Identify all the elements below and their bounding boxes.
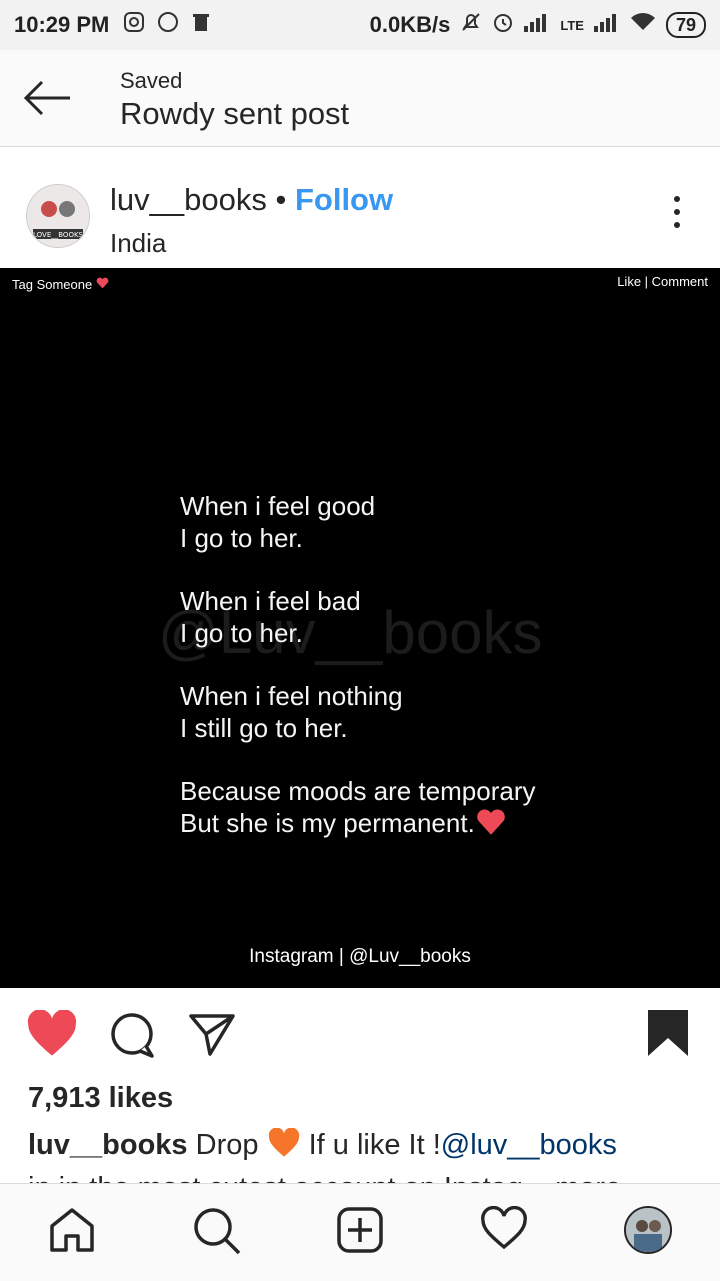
caption-username[interactable]: luv__books: [28, 1129, 188, 1161]
caption: luv__books Drop If u like It !@luv__book…: [28, 1127, 617, 1162]
bottom-navigation: [0, 1183, 720, 1281]
quote-line: But she is my permanent.: [180, 807, 536, 839]
post-author-avatar[interactable]: LOVE__BOOKS: [26, 184, 90, 248]
profile-avatar[interactable]: [624, 1206, 672, 1254]
lte-label: LTE: [560, 17, 584, 33]
quote-stanza: When i feel good I go to her.: [180, 490, 536, 554]
comment-icon[interactable]: [108, 1012, 156, 1065]
post-header: LOVE__BOOKS luv__books • Follow India: [0, 148, 720, 268]
caption-text: If u like It !: [300, 1129, 441, 1161]
post-username-line: luv__books • Follow: [110, 182, 393, 218]
home-icon[interactable]: [48, 1206, 96, 1259]
quote-stanza: Because moods are temporary But she is m…: [180, 775, 536, 839]
alarm-off-icon: [460, 11, 482, 39]
bookmark-filled-icon[interactable]: [646, 1008, 690, 1063]
more-options-icon[interactable]: [674, 196, 680, 235]
signal-icon-2: [593, 12, 620, 38]
trash-notification-icon: [191, 11, 211, 39]
status-bar: 10:29 PM 0.0KB/s LTE 79: [0, 0, 720, 50]
alarm-clock-icon: [492, 11, 514, 39]
header-title: Rowdy sent post: [120, 96, 350, 131]
quote-line: Because moods are temporary: [180, 776, 536, 806]
post-location[interactable]: India: [110, 228, 166, 259]
quote-line: I go to her.: [180, 523, 303, 553]
header-subtitle: Saved: [120, 68, 183, 93]
heart-filled-icon[interactable]: [26, 1009, 78, 1063]
app-bar: Saved Rowdy sent post: [0, 50, 720, 147]
post-image[interactable]: Tag Someone Like | Comment @Luv__books W…: [0, 268, 720, 988]
wifi-icon: [630, 12, 656, 38]
quote-stanza: When i feel nothing I still go to her.: [180, 680, 536, 744]
battery-indicator: 79: [665, 12, 706, 38]
add-post-icon[interactable]: [336, 1206, 384, 1259]
post-actions: [0, 1000, 720, 1070]
follow-button[interactable]: Follow: [295, 182, 393, 217]
status-time: 10:29 PM: [14, 12, 110, 37]
post-username[interactable]: luv__books: [110, 182, 267, 217]
quote-line: I still go to her.: [180, 713, 348, 743]
avatar-logo-text: LOVE__BOOKS: [33, 231, 84, 239]
quote-line: When i feel good: [180, 491, 376, 521]
quote-line: When i feel bad: [180, 586, 361, 616]
quote-text: When i feel good I go to her. When i fee…: [180, 490, 536, 870]
share-icon[interactable]: [188, 1012, 236, 1063]
orange-heart-icon: [268, 1127, 299, 1157]
activity-heart-icon[interactable]: [480, 1205, 528, 1257]
quote-line: I go to her.: [180, 618, 303, 648]
image-credit: Instagram | @Luv__books: [249, 946, 471, 967]
red-heart-icon: [96, 277, 109, 289]
caption-text: Drop: [187, 1129, 267, 1161]
like-count[interactable]: 7,913 likes: [28, 1082, 173, 1115]
caption-mention[interactable]: @luv__books: [441, 1129, 617, 1161]
like-comment-text: Like | Comment: [617, 274, 708, 289]
instagram-notification-icon: [123, 11, 145, 39]
whatsapp-notification-icon: [157, 11, 179, 39]
tag-someone-text: Tag Someone: [12, 277, 109, 292]
search-icon[interactable]: [192, 1206, 242, 1261]
quote-stanza: When i feel bad I go to her.: [180, 585, 536, 649]
signal-icon: [524, 12, 550, 38]
red-heart-icon: [477, 809, 505, 835]
back-arrow-icon[interactable]: [22, 78, 72, 123]
quote-line: When i feel nothing: [180, 681, 403, 711]
separator-dot: •: [275, 182, 287, 217]
network-speed: 0.0KB/s: [369, 12, 451, 37]
